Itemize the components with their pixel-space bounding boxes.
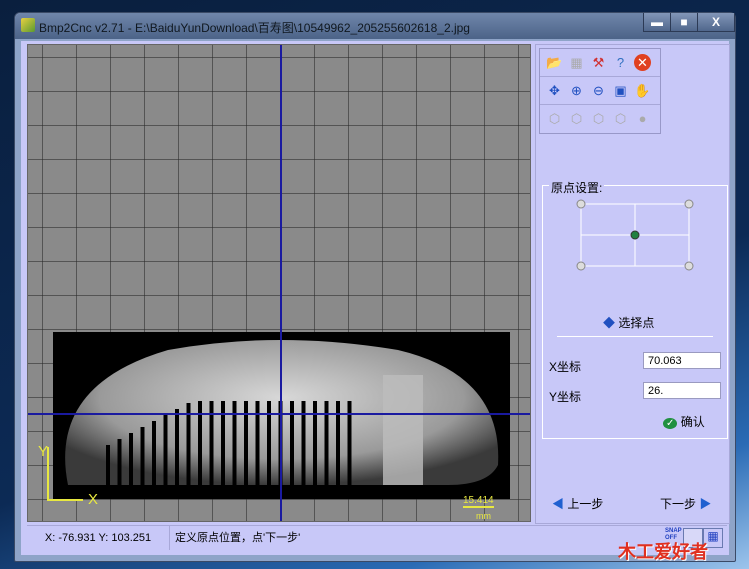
comb-tooth — [152, 421, 156, 485]
check-icon: ✓ — [663, 418, 678, 429]
diamond-arrows-icon: ◆ — [603, 316, 616, 330]
comb-tooth — [140, 427, 145, 485]
comb-tooth — [186, 403, 191, 485]
watermark-logo: 木工爱好者 — [618, 542, 708, 562]
scale-bar-unit: mm — [476, 511, 491, 521]
arrow-left-icon: ◀ — [552, 497, 565, 511]
y-coord-label: Y坐标 — [549, 390, 582, 404]
scale-bar-value: 15.414 — [463, 495, 494, 508]
client-area: Y X 15.414 mm 📂 ▦ ⚒ ? ✕ ✥ ⊕ ⊖ ▣ ✋ ⬡ ⬡ ⬡ … — [21, 41, 730, 555]
right-panel: 📂 ▦ ⚒ ? ✕ ✥ ⊕ ⊖ ▣ ✋ ⬡ ⬡ ⬡ ⬡ ● 原点设置: ◆ 选择… — [535, 44, 730, 524]
comb-tooth — [175, 409, 179, 485]
save-icon[interactable]: ▦ — [568, 54, 585, 71]
close-button[interactable]: X — [697, 13, 735, 32]
comb-tooth — [163, 415, 168, 485]
zoom-fit-icon[interactable]: ▣ — [612, 82, 629, 99]
crosshair-vertical[interactable] — [280, 45, 282, 521]
toolbar-row-file: 📂 ▦ ⚒ ? ✕ — [540, 49, 660, 77]
exit-icon[interactable]: ✕ — [634, 54, 651, 71]
crosshair-horizontal[interactable] — [28, 413, 530, 415]
zoom-in-icon[interactable]: ⊕ — [568, 82, 585, 99]
prev-step-label: 上一步 — [567, 497, 604, 511]
origin-selector[interactable] — [543, 194, 727, 294]
y-coord-input[interactable]: 26. — [643, 382, 721, 399]
toolbar: 📂 ▦ ⚒ ? ✕ ✥ ⊕ ⊖ ▣ ✋ ⬡ ⬡ ⬡ ⬡ ● — [539, 48, 661, 134]
comb-tooth — [129, 433, 133, 485]
next-step-label: 下一步 — [660, 497, 697, 511]
tool-icon[interactable]: ⚒ — [590, 54, 607, 71]
x-coord-label: X坐标 — [549, 360, 582, 374]
maximize-button[interactable]: ■ — [670, 13, 698, 32]
pan-hand-icon[interactable]: ✋ — [634, 82, 651, 99]
prev-step-button[interactable]: ◀ 上一步 — [552, 495, 603, 512]
view-3d-2-icon: ⬡ — [570, 110, 583, 126]
help-icon[interactable]: ? — [612, 54, 629, 71]
next-step-button[interactable]: 下一步 ▶ — [660, 495, 711, 512]
comb-tooth — [117, 439, 122, 485]
zoom-out-icon[interactable]: ⊖ — [590, 82, 607, 99]
title-bar: Bmp2Cnc v2.71 - E:\BaiduYunDownload\百寿图\… — [15, 13, 735, 39]
axis-x-label: X — [88, 491, 99, 508]
status-message: 定义原点位置，点'下一步' — [175, 532, 301, 544]
arrow-right-icon: ▶ — [699, 497, 712, 511]
x-coord-input[interactable]: 70.063 — [643, 352, 721, 369]
open-icon[interactable]: 📂 — [546, 54, 563, 71]
toolbar-row-view: ✥ ⊕ ⊖ ▣ ✋ — [540, 77, 660, 105]
confirm-button[interactable]: ✓ 确认 — [663, 413, 705, 430]
relief-image — [47, 332, 510, 501]
view-3d-1-icon: ⬡ — [548, 110, 561, 126]
render-icon: ● — [638, 111, 647, 126]
app-icon — [21, 18, 35, 32]
toolbar-row-3d: ⬡ ⬡ ⬡ ⬡ ● — [540, 105, 660, 132]
select-point-label: 选择点 — [618, 316, 655, 330]
origin-icon[interactable]: ✥ — [546, 82, 563, 99]
view-3d-3-icon: ⬡ — [592, 110, 605, 126]
select-point-button[interactable]: ◆ 选择点 — [603, 314, 654, 331]
comb-tooth — [106, 445, 110, 485]
image-canvas[interactable]: Y X 15.414 mm — [27, 44, 531, 522]
confirm-label: 确认 — [680, 415, 705, 429]
cursor-coords: X: -76.931 Y: 103.251 — [27, 526, 170, 550]
origin-settings-group: 原点设置: ◆ 选择点 X坐标 70.063 Y坐标 26. ✓ 确认 — [542, 179, 728, 439]
app-window: Bmp2Cnc v2.71 - E:\BaiduYunDownload\百寿图\… — [14, 12, 736, 562]
minimize-button[interactable]: ▬ — [643, 13, 671, 32]
axis-y-label: Y — [38, 443, 49, 460]
window-title: Bmp2Cnc v2.71 - E:\BaiduYunDownload\百寿图\… — [39, 21, 470, 35]
view-3d-4-icon: ⬡ — [614, 110, 627, 126]
